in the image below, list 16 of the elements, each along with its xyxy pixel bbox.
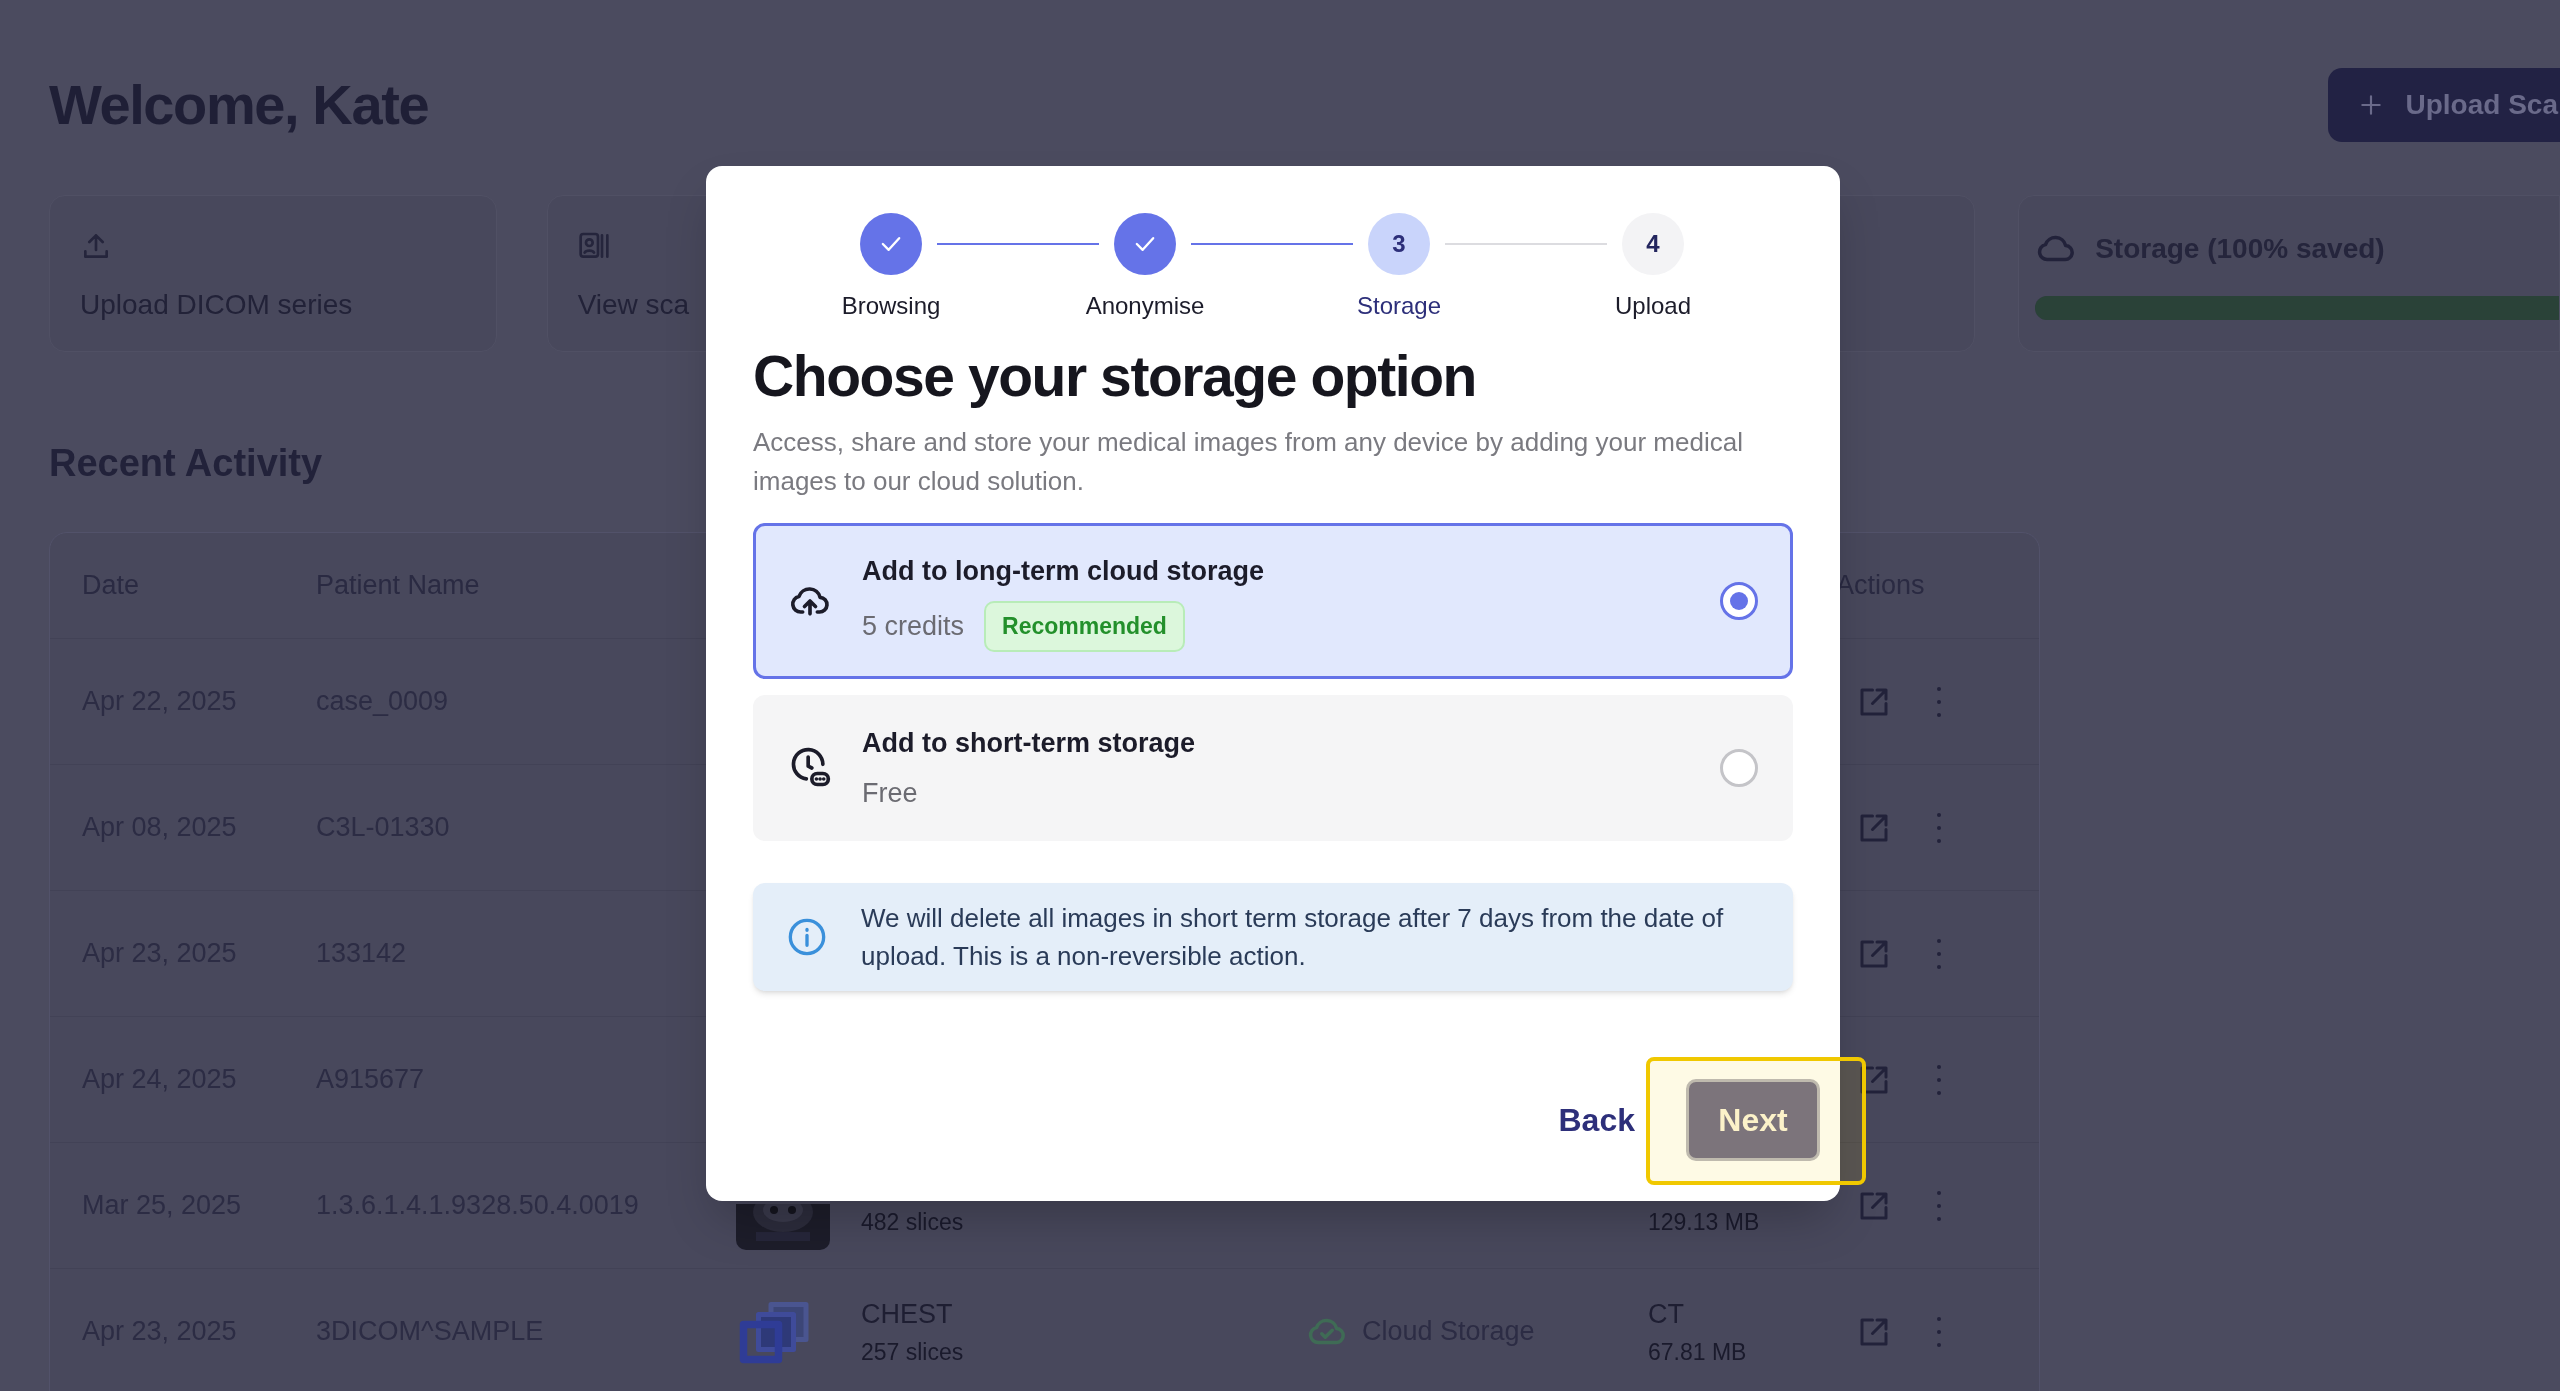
storage-option[interactable]: Add to long-term cloud storage 5 credits Recommended <box>753 523 1793 679</box>
storage-option[interactable]: Add to short-term storage Free <box>753 695 1793 841</box>
option-title: Add to short-term storage <box>862 726 1196 760</box>
dialog-description: Access, share and store your medical images from any device by adding your medical images to our cloud solution. <box>753 426 1744 498</box>
dialog-title: Choose your storage option <box>753 343 1477 409</box>
step-label: Storage <box>1356 291 1442 321</box>
step-label: Upload <box>1614 291 1692 321</box>
back-button[interactable]: Back <box>1558 1096 1635 1144</box>
step-label: Anonymise <box>1085 291 1205 321</box>
recommended-badge: Recommended <box>984 601 1185 652</box>
option-detail: Free <box>862 777 918 810</box>
next-button[interactable]: Next <box>1686 1079 1820 1161</box>
notice-text: We will delete all images in short term storage after 7 days from the date of upload. This is a non-reversible action. <box>861 902 1725 973</box>
option-title: Add to long-term cloud storage <box>862 554 1264 588</box>
step-label: Browsing <box>841 291 941 321</box>
option-detail: 5 credits <box>862 610 965 643</box>
